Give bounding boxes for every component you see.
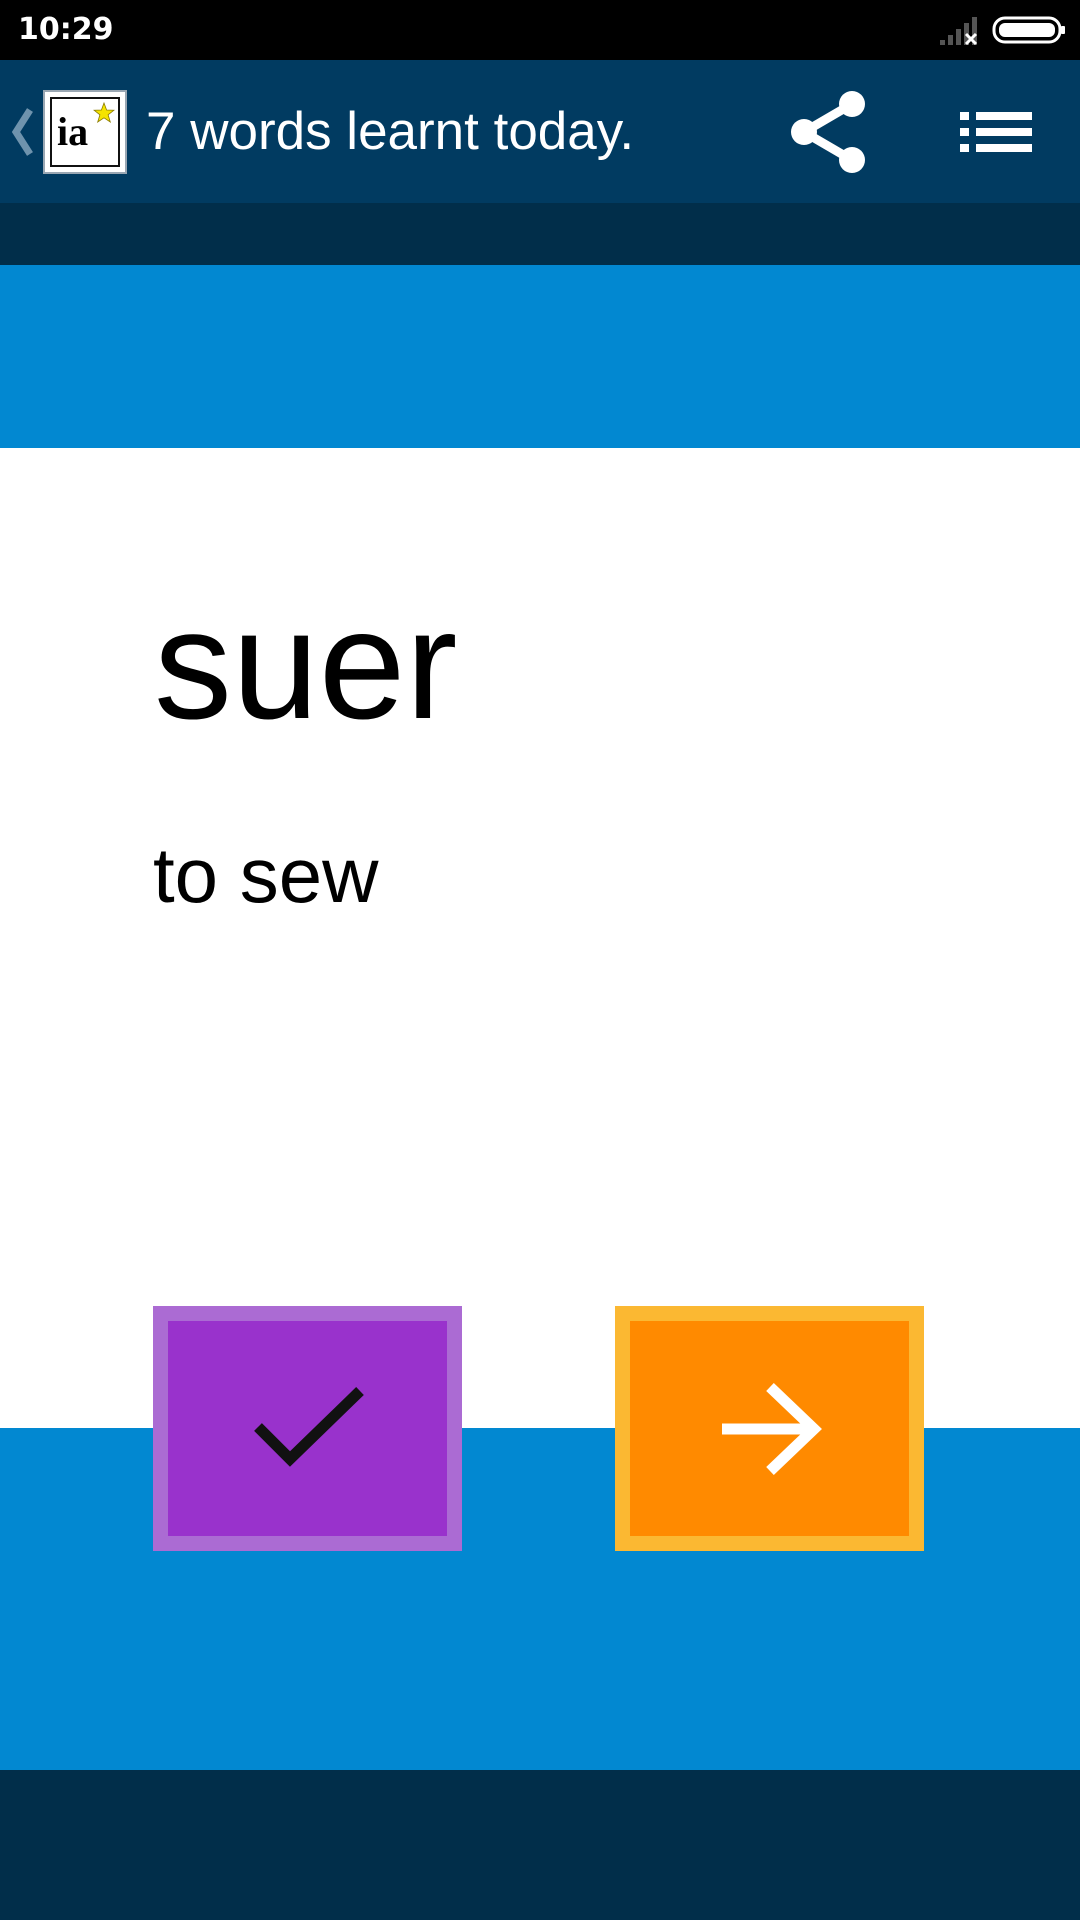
list-menu-icon[interactable] — [950, 90, 1040, 174]
share-icon[interactable] — [780, 84, 876, 180]
app-logo[interactable]: ia — [43, 90, 127, 174]
chevron-left-icon[interactable] — [10, 102, 36, 162]
next-word-button[interactable] — [615, 1306, 924, 1551]
app-bar: ia 7 words learnt today. — [0, 60, 1080, 203]
battery-full-icon — [992, 16, 1065, 44]
flashcard-translation: to sew — [153, 831, 379, 919]
footer-band — [0, 1770, 1080, 1920]
app-logo-text: ia — [57, 109, 89, 154]
signal-no-service-icon — [940, 17, 978, 46]
top-blue-band — [0, 265, 1080, 448]
flashcard-word: suer — [154, 578, 458, 752]
status-time: 10:29 — [18, 12, 114, 47]
app-title: 7 words learnt today. — [146, 102, 635, 161]
dark-band — [0, 203, 1080, 265]
mark-known-button[interactable] — [153, 1306, 462, 1551]
status-bar: 10:29 — [0, 0, 1080, 60]
arrow-right-icon — [722, 1383, 822, 1475]
star-icon — [93, 102, 115, 123]
checkmark-icon — [254, 1387, 364, 1467]
